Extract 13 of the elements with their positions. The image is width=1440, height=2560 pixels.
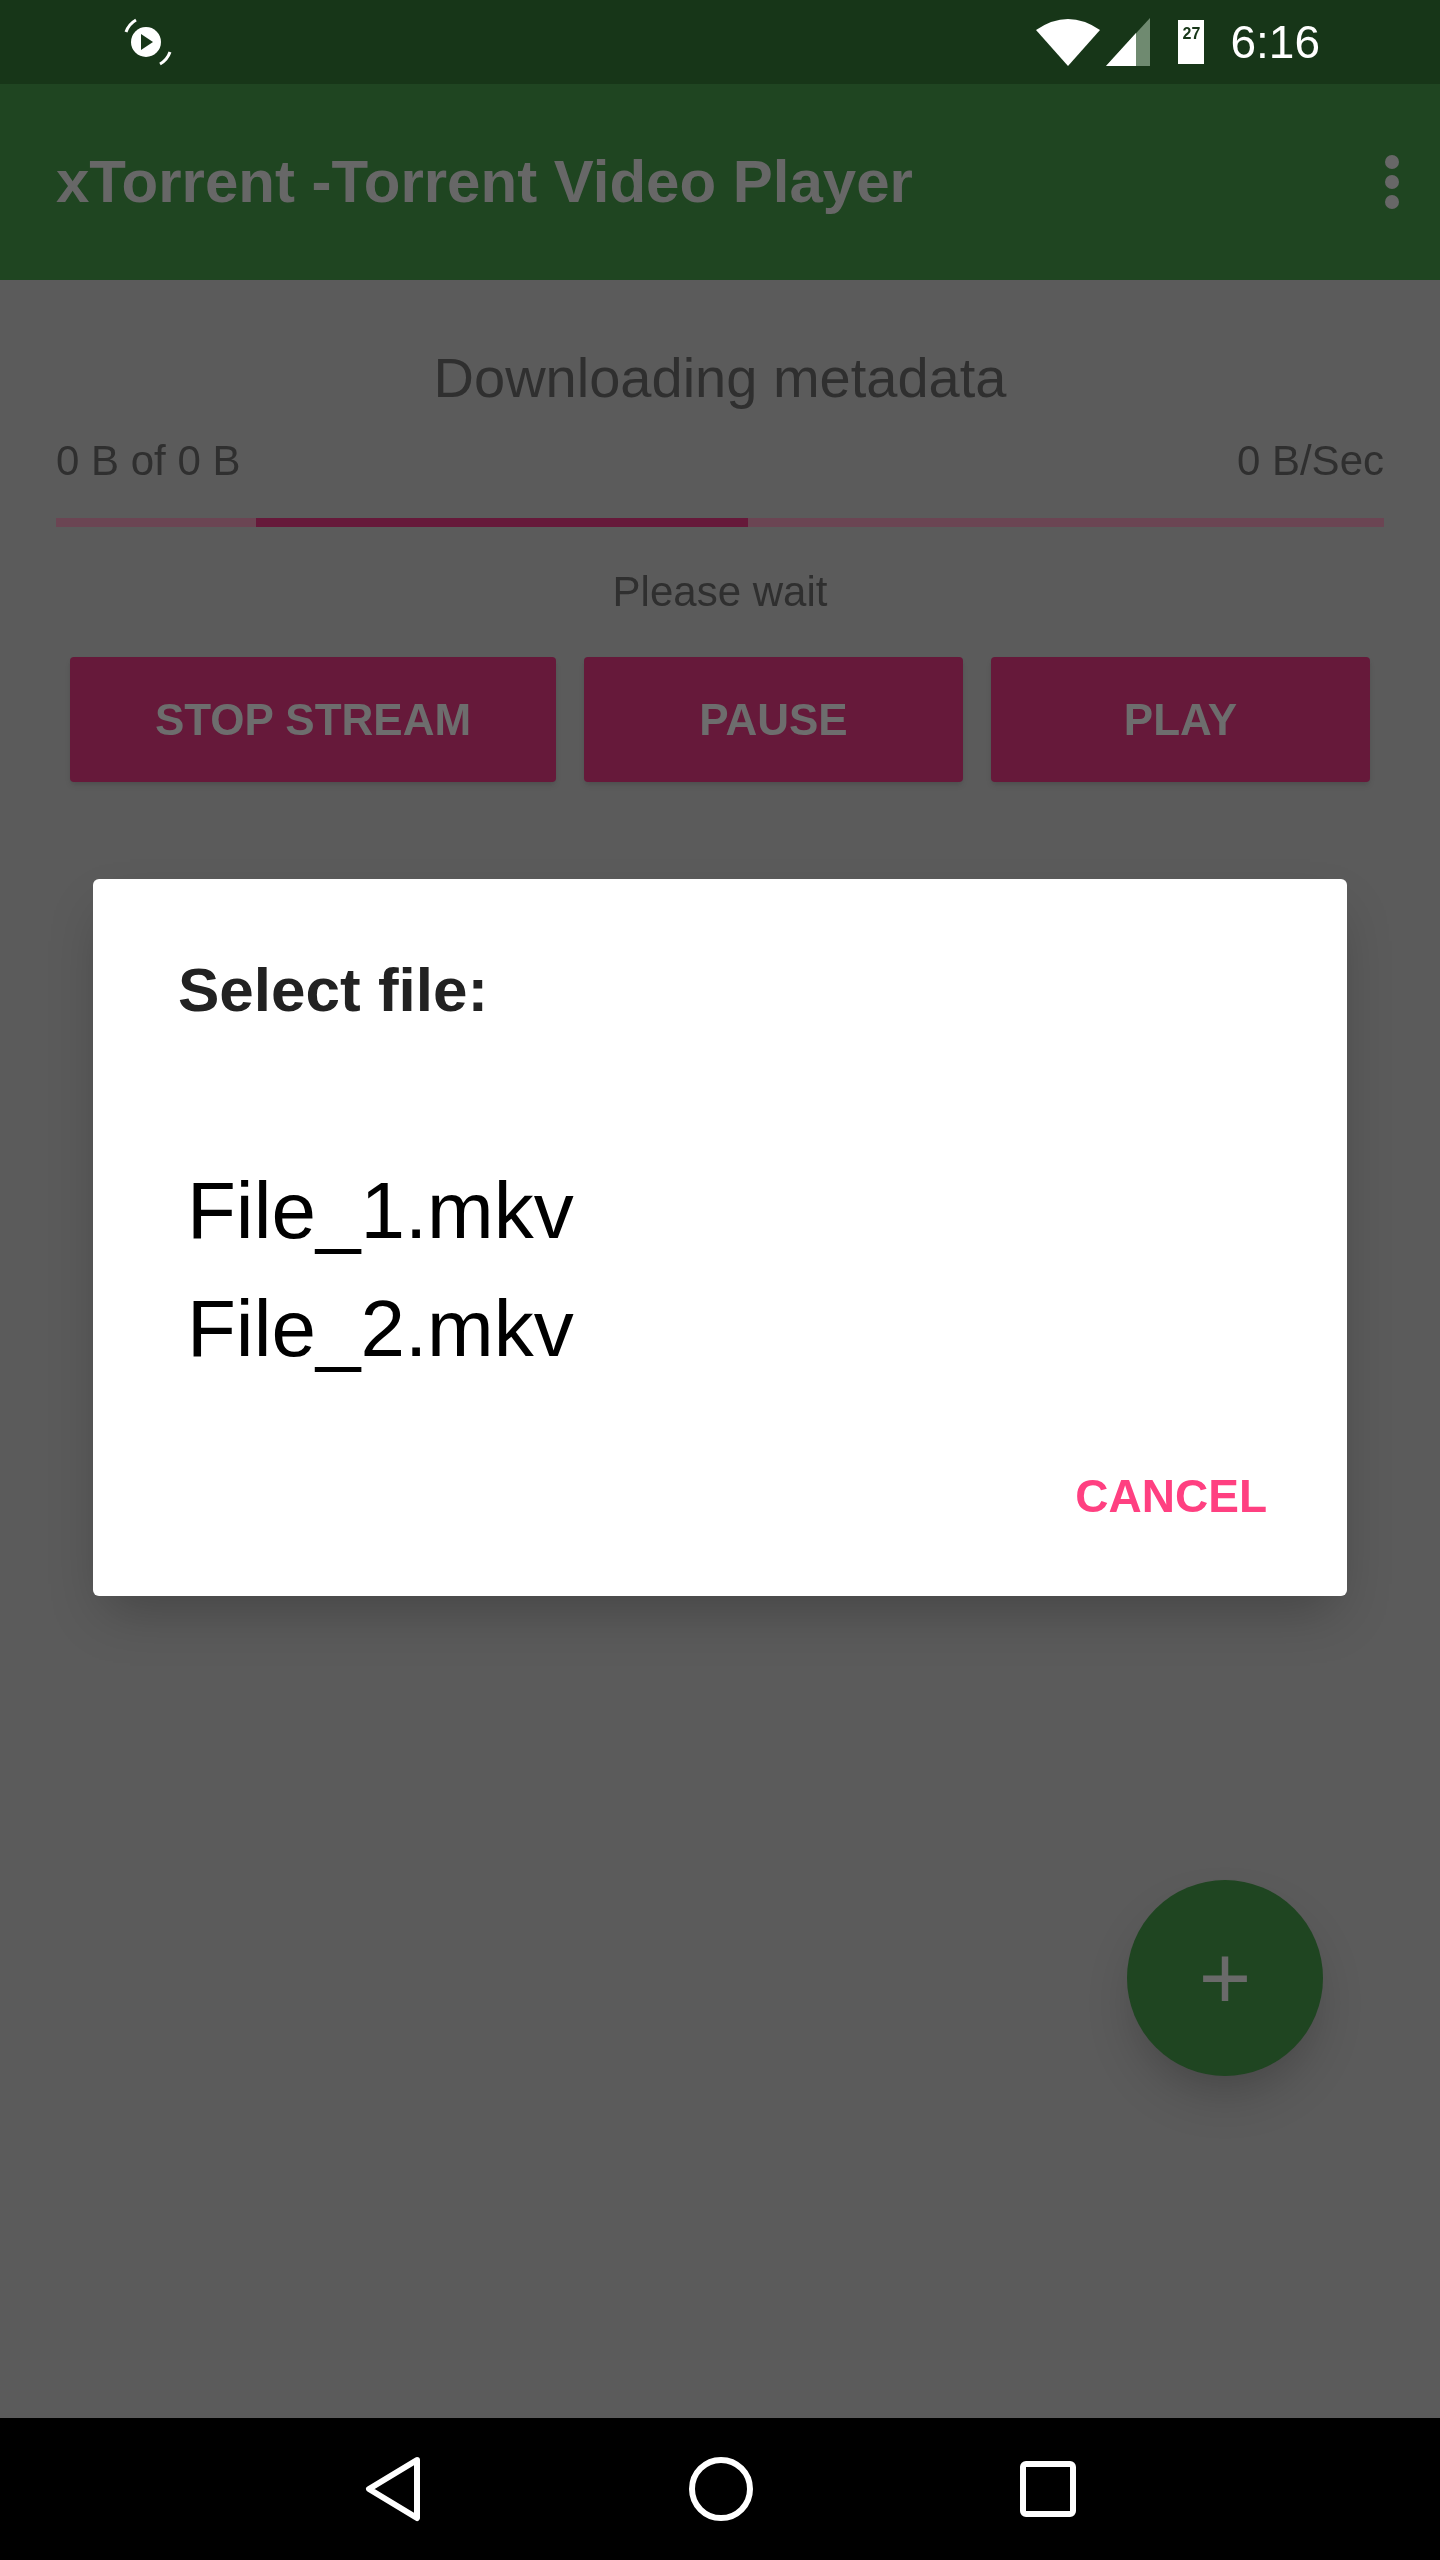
action-button[interactable]: PAUSE: [584, 657, 963, 782]
wifi-icon: [1036, 18, 1101, 66]
recent-apps-icon[interactable]: [1019, 2460, 1078, 2518]
battery-icon: 27: [1178, 20, 1205, 64]
home-icon[interactable]: [688, 2456, 754, 2522]
action-button[interactable]: PLAY: [991, 657, 1370, 782]
cancel-button[interactable]: CANCEL: [1075, 1473, 1267, 1519]
add-button[interactable]: +: [1127, 1880, 1323, 2076]
action-button[interactable]: STOP STREAM: [70, 657, 556, 782]
signal-icon: [1106, 18, 1151, 66]
app-title: xTorrent -Torrent Video Player: [56, 147, 914, 217]
clock: 6:16: [1230, 19, 1320, 65]
dialog-title: Select file:: [178, 959, 489, 1021]
